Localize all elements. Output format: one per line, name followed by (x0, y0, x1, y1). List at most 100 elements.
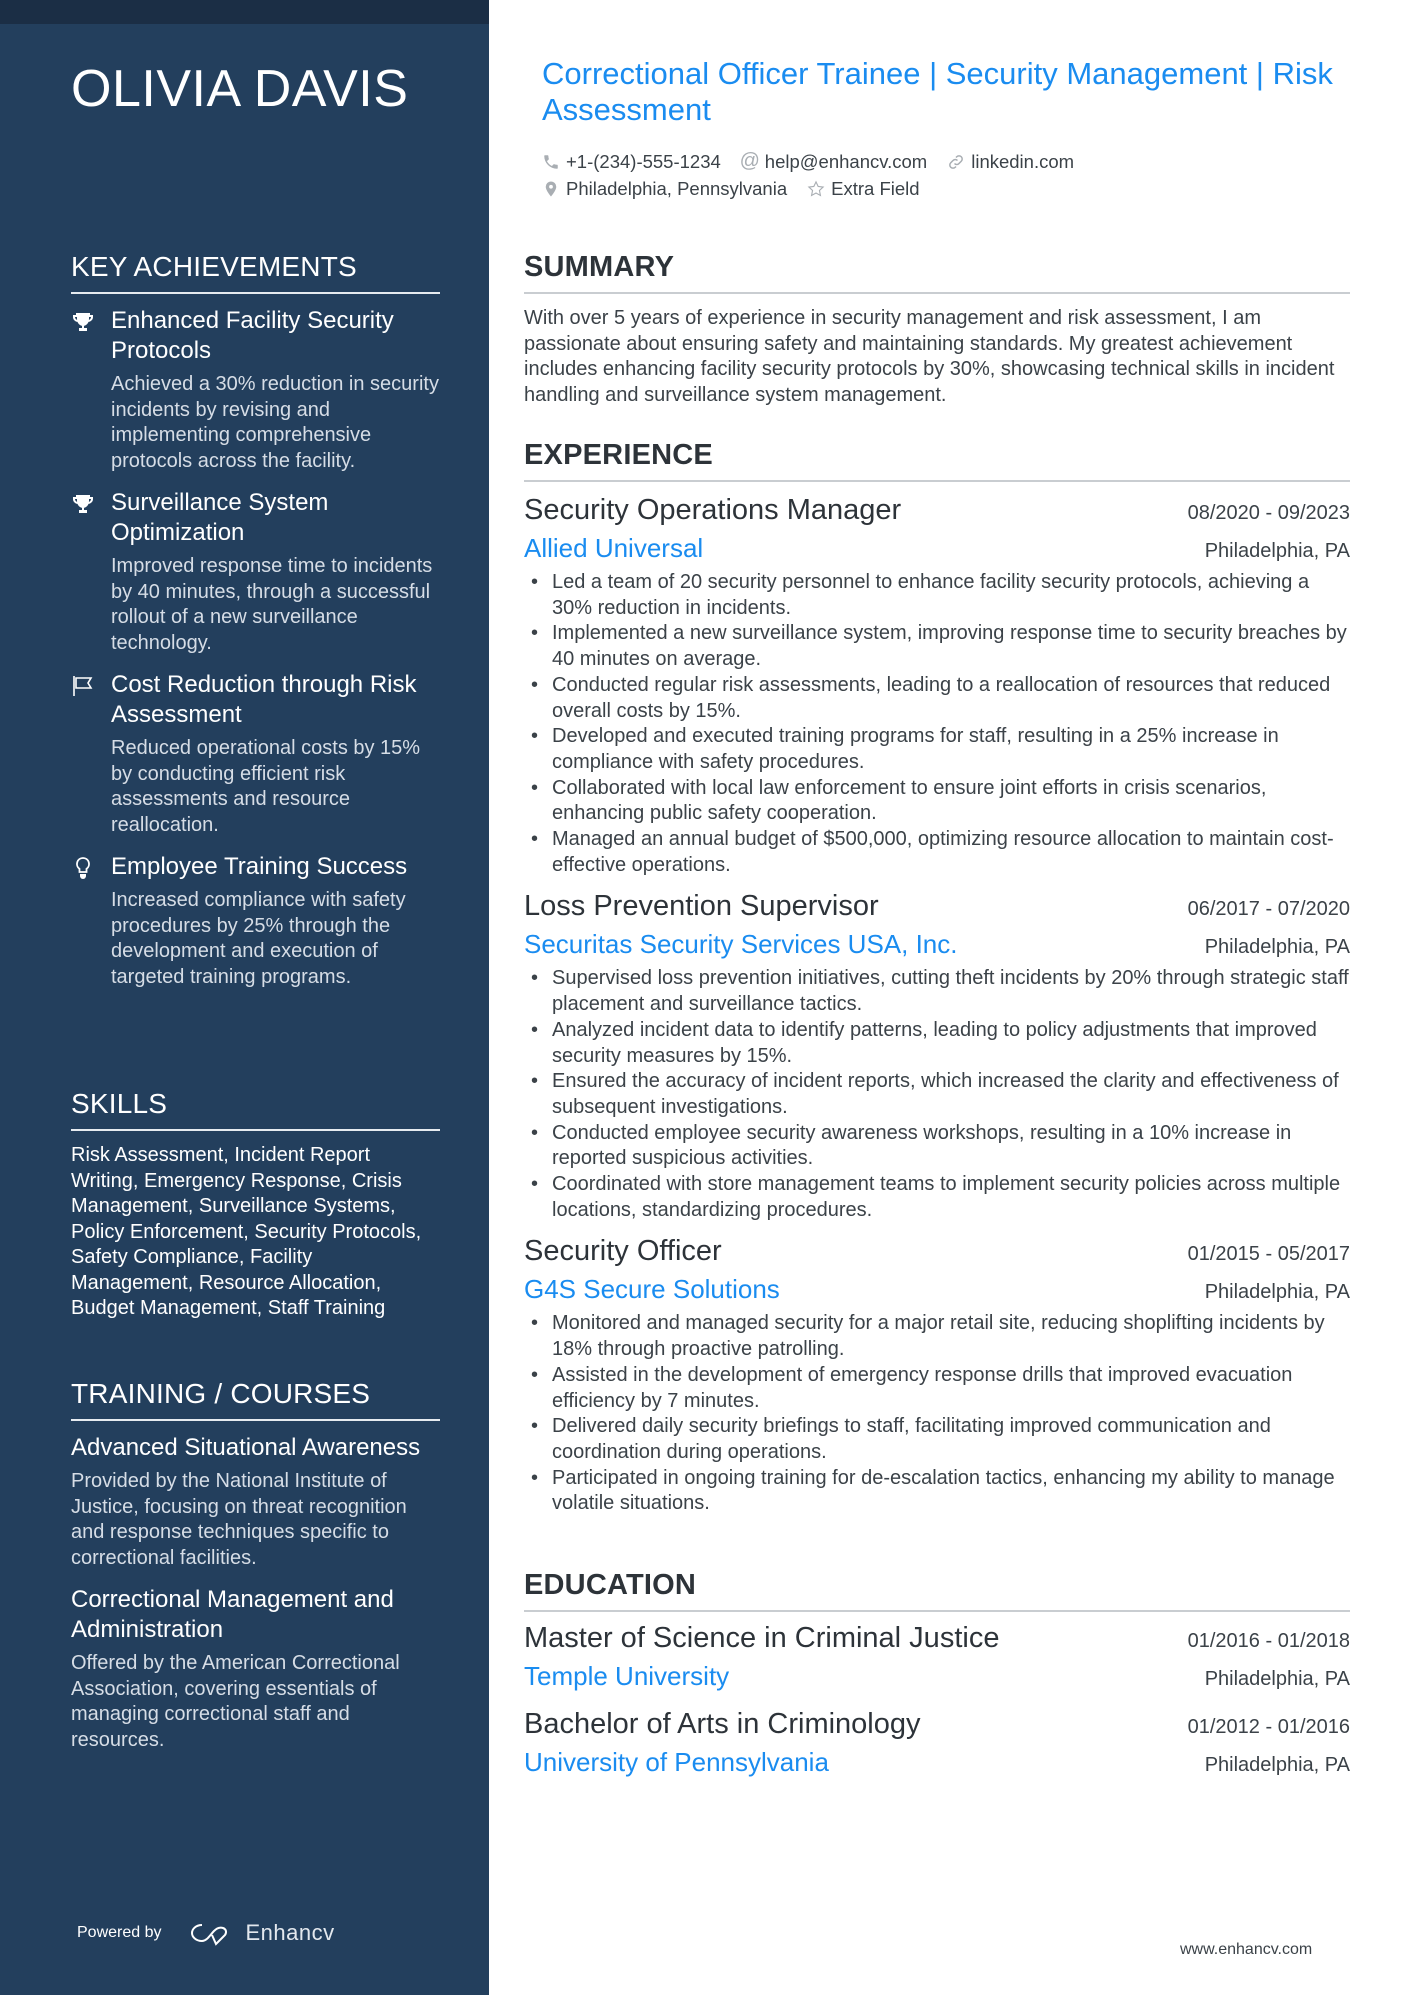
job-title: Security Operations Manager (524, 494, 902, 526)
link-icon (947, 153, 965, 171)
job-entry: Security Operations Manager 08/2020 - 09… (524, 492, 1350, 878)
achievement-description: Increased compliance with safety procedu… (111, 889, 406, 988)
degree: Master of Science in Criminal Justice (524, 1622, 1000, 1654)
job-bullet: Coordinated with store management teams … (524, 1172, 1350, 1223)
education-entry: Master of Science in Criminal Justice 01… (524, 1620, 1350, 1692)
job-title: Security Officer (524, 1235, 722, 1268)
job-bullets: Supervised loss prevention initiatives, … (524, 966, 1350, 1223)
summary-section: SUMMARY With over 5 years of experience … (524, 250, 1350, 408)
job-location: Philadelphia, PA (1204, 936, 1350, 959)
location-pin-icon (542, 180, 560, 198)
achievement-title: Enhanced Facility Security Protocols (111, 307, 394, 364)
job-bullet: Conducted regular risk assessments, lead… (524, 673, 1350, 724)
course-item: Correctional Management and Administrati… (71, 1585, 440, 1753)
experience-section: EXPERIENCE Security Operations Manager 0… (524, 438, 1350, 1517)
achievements-list: Enhanced Facility Security Protocols Ach… (71, 306, 440, 990)
summary-text: With over 5 years of experience in secur… (524, 307, 1335, 406)
key-achievements-section: KEY ACHIEVEMENTS Enhanced Facility Secur… (71, 250, 440, 1004)
powered-by: Powered by Enhancv (77, 1920, 335, 1946)
sidebar-top-band (0, 0, 489, 24)
phone-value: +1-(234)-555-1234 (566, 150, 721, 172)
achievement-title: Employee Training Success (111, 853, 408, 880)
achievement-item: Employee Training Success Increased comp… (71, 852, 440, 990)
trophy-icon (71, 310, 95, 334)
powered-by-label: Powered by (77, 1924, 162, 1941)
achievement-title: Cost Reduction through Risk Assessment (111, 671, 417, 728)
job-entry: Loss Prevention Supervisor 06/2017 - 07/… (524, 888, 1350, 1223)
school: University of Pennsylvania (524, 1747, 829, 1777)
enhancv-logo-icon (190, 1924, 227, 1946)
skills-section: SKILLS Risk Assessment, Incident Report … (71, 1087, 440, 1322)
sidebar: OLIVIA DAVIS KEY ACHIEVEMENTS Enhanced F… (0, 0, 489, 1995)
job-bullet: Ensured the accuracy of incident reports… (524, 1069, 1350, 1120)
extra-value: Extra Field (831, 177, 920, 199)
flag-icon (71, 674, 95, 698)
skills-list: Risk Assessment, Incident Report Writing… (71, 1144, 422, 1319)
enhancv-logo[interactable]: Enhancv (188, 1920, 335, 1946)
course-description: Offered by the American Correctional Ass… (71, 1652, 400, 1751)
section-heading-key-achievements: KEY ACHIEVEMENTS (71, 250, 440, 294)
education-dates: 01/2016 - 01/2018 (1187, 1630, 1350, 1652)
star-icon (807, 180, 825, 198)
job-dates: 06/2017 - 07/2020 (1187, 898, 1350, 921)
job-bullet: Managed an annual budget of $500,000, op… (524, 827, 1350, 878)
job-location: Philadelphia, PA (1204, 540, 1350, 562)
achievement-description: Achieved a 30% reduction in security inc… (111, 373, 439, 472)
job-bullet: Delivered daily security briefings to st… (524, 1414, 1350, 1465)
contact-email[interactable]: @ help@enhancv.com (739, 150, 928, 173)
section-heading-summary: SUMMARY (524, 250, 1350, 294)
education-section: EDUCATION Master of Science in Criminal … (524, 1568, 1350, 1778)
job-company: G4S Secure Solutions (524, 1274, 780, 1305)
section-heading-skills: SKILLS (71, 1087, 440, 1131)
section-heading-training: TRAINING / COURSES (71, 1377, 440, 1421)
job-bullet: Assisted in the development of emergency… (524, 1363, 1350, 1414)
enhancv-brand: Enhancv (245, 1920, 335, 1945)
section-heading-experience: EXPERIENCE (524, 438, 1350, 482)
contact-location: Philadelphia, Pennsylvania (542, 178, 787, 200)
school: Temple University (524, 1661, 730, 1691)
job-bullet: Collaborated with local law enforcement … (524, 776, 1350, 827)
job-bullet: Monitored and managed security for a maj… (524, 1311, 1350, 1362)
job-dates: 01/2015 - 05/2017 (1187, 1243, 1350, 1266)
candidate-name: OLIVIA DAVIS (71, 60, 409, 118)
contact-link[interactable]: linkedin.com (947, 151, 1074, 173)
contact-phone[interactable]: +1-(234)-555-1234 (542, 151, 721, 173)
education-entry: Bachelor of Arts in Criminology 01/2012 … (524, 1706, 1350, 1778)
contact-extra: Extra Field (807, 177, 920, 200)
job-entry: Security Officer 01/2015 - 05/2017 G4S S… (524, 1233, 1350, 1517)
training-section: TRAINING / COURSES Advanced Situational … (71, 1377, 440, 1767)
course-description: Provided by the National Institute of Ju… (71, 1470, 407, 1569)
achievement-item: Enhanced Facility Security Protocols Ach… (71, 306, 440, 474)
job-bullet: Implemented a new surveillance system, i… (524, 621, 1350, 672)
job-title: Loss Prevention Supervisor (524, 890, 879, 923)
job-bullets: Led a team of 20 security personnel to e… (524, 570, 1350, 878)
achievement-item: Cost Reduction through Risk Assessment R… (71, 670, 440, 838)
achievement-item: Surveillance System Optimization Improve… (71, 488, 440, 656)
lightbulb-icon (71, 856, 95, 880)
email-value: help@enhancv.com (764, 150, 928, 172)
job-location: Philadelphia, PA (1204, 1281, 1350, 1304)
achievement-description: Reduced operational costs by 15% by cond… (111, 737, 421, 836)
job-bullet: Conducted employee security awareness wo… (524, 1121, 1350, 1172)
at-icon: @ (739, 150, 760, 172)
achievement-description: Improved response time to incidents by 4… (111, 555, 433, 654)
education-location: Philadelphia, PA (1204, 1668, 1350, 1690)
education-location: Philadelphia, PA (1204, 1754, 1350, 1776)
headline: Correctional Officer Trainee | Security … (542, 56, 1333, 127)
course-item: Advanced Situational Awareness Provided … (71, 1433, 440, 1571)
section-heading-education: EDUCATION (524, 1568, 1350, 1612)
job-bullet: Developed and executed training programs… (524, 724, 1350, 775)
job-bullet: Led a team of 20 security personnel to e… (524, 570, 1350, 621)
job-bullet: Supervised loss prevention initiatives, … (524, 966, 1350, 1017)
job-company: Securitas Security Services USA, Inc. (524, 929, 958, 960)
contact-info: +1-(234)-555-1234 @ help@enhancv.com lin… (542, 148, 1342, 202)
job-company: Allied Universal (524, 533, 704, 563)
course-title: Correctional Management and Administrati… (71, 1586, 394, 1643)
trophy-icon (71, 492, 95, 516)
location-value: Philadelphia, Pennsylvania (566, 177, 788, 199)
link-value: linkedin.com (971, 150, 1075, 172)
achievement-title: Surveillance System Optimization (111, 489, 329, 546)
job-bullet: Participated in ongoing training for de-… (524, 1466, 1350, 1517)
contact-row: Philadelphia, Pennsylvania Extra Field (542, 175, 1342, 202)
website-link[interactable]: www.enhancv.com (1180, 1941, 1312, 1959)
